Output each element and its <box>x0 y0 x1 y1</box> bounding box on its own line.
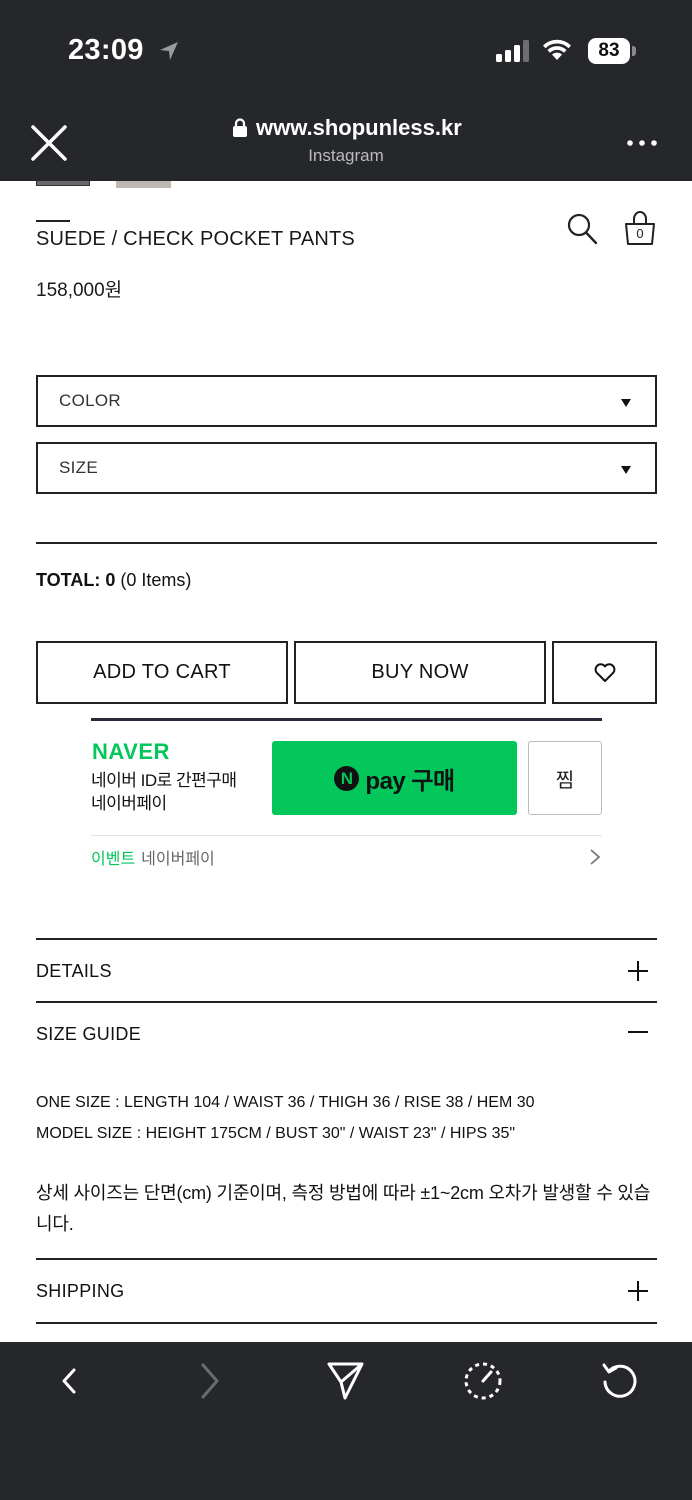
divider <box>91 835 602 836</box>
naver-wish-button[interactable]: 찜 <box>528 741 602 815</box>
battery-level: 83 <box>588 38 630 64</box>
divider <box>36 938 657 940</box>
accordion-shipping[interactable]: SHIPPING <box>36 1261 657 1321</box>
divider <box>36 542 657 544</box>
lock-icon <box>233 118 247 137</box>
browser-top-bar: 23:09 83 www.shopunless.kr Instagram <box>0 0 692 181</box>
plus-icon <box>628 1281 648 1301</box>
plus-icon <box>628 961 648 981</box>
total-value: 0 <box>105 570 116 590</box>
browser-source-label: Instagram <box>308 146 384 165</box>
size-select[interactable]: SIZE <box>36 442 657 494</box>
minus-icon <box>628 1031 648 1033</box>
product-thumbnail[interactable] <box>116 181 171 188</box>
hamburger-menu-icon[interactable] <box>36 220 70 222</box>
wishlist-button[interactable] <box>552 641 657 704</box>
speed-icon[interactable] <box>463 1360 503 1402</box>
accordion-title: SIZE GUIDE <box>36 1024 142 1044</box>
cart-count-badge: 0 <box>636 226 644 241</box>
accordion-size-guide[interactable]: SIZE GUIDE <box>36 1004 657 1064</box>
more-options-icon[interactable] <box>626 138 658 148</box>
status-time: 23:09 <box>68 34 144 66</box>
naver-desc-line2: 네이버페이 <box>91 794 167 813</box>
naver-pay-description: 네이버 ID로 간편구매 네이버페이 <box>91 769 237 815</box>
divider <box>36 1001 657 1003</box>
size-guide-content: ONE SIZE : LENGTH 104 / WAIST 36 / THIGH… <box>36 1087 535 1149</box>
cellular-signal-icon <box>496 40 529 62</box>
heart-icon <box>594 662 615 682</box>
address-bar[interactable]: www.shopunless.kr <box>232 114 462 142</box>
url-text: www.shopunless.kr <box>256 115 462 140</box>
event-tag: 이벤트 <box>91 851 136 868</box>
accordion-title: DETAILS <box>36 961 112 981</box>
forward-icon[interactable] <box>188 1360 228 1402</box>
product-price: 158,000원 <box>36 280 123 301</box>
naver-pay-top-border <box>91 718 602 721</box>
naver-pay-event-link[interactable]: 이벤트 네이버페이 <box>91 845 215 869</box>
naver-desc-line1: 네이버 ID로 간편구매 <box>91 771 237 790</box>
naver-logo: NAVER <box>92 739 170 764</box>
size-select-label: SIZE <box>59 458 98 477</box>
battery-cap <box>632 46 636 56</box>
chevron-down-icon <box>621 466 631 474</box>
accordion-title: SHIPPING <box>36 1281 125 1301</box>
add-to-cart-button[interactable]: ADD TO CART <box>36 641 288 704</box>
divider <box>36 1258 657 1260</box>
buy-now-button[interactable]: BUY NOW <box>294 641 546 704</box>
color-select[interactable]: COLOR <box>36 375 657 427</box>
total-summary: TOTAL: 0 (0 Items) <box>36 570 191 591</box>
product-title: SUEDE / CHECK POCKET PANTS <box>36 228 355 250</box>
size-guide-line: MODEL SIZE : HEIGHT 175CM / BUST 30" / W… <box>36 1125 516 1142</box>
location-arrow-icon <box>160 42 178 60</box>
size-guide-line: ONE SIZE : LENGTH 104 / WAIST 36 / THIGH… <box>36 1094 535 1111</box>
chevron-right-icon[interactable] <box>588 848 602 866</box>
total-items: (0 Items) <box>120 570 192 590</box>
divider <box>36 1322 657 1324</box>
total-label: TOTAL: <box>36 570 101 590</box>
reload-icon[interactable] <box>600 1360 640 1402</box>
naver-pay-buy-button[interactable]: N pay 구매 <box>272 741 517 815</box>
product-thumbnail[interactable] <box>36 181 90 186</box>
size-guide-note: 상세 사이즈는 단면(cm) 기준이며, 측정 방법에 따라 ±1~2cm 오차… <box>36 1183 651 1234</box>
share-icon[interactable] <box>325 1360 365 1402</box>
battery-indicator: 83 <box>588 38 636 64</box>
naver-n-icon: N <box>334 765 360 791</box>
search-icon[interactable] <box>566 212 598 246</box>
chevron-down-icon <box>621 399 631 407</box>
back-icon[interactable] <box>50 1360 90 1402</box>
wifi-icon <box>543 39 571 60</box>
color-select-label: COLOR <box>59 391 121 410</box>
accordion-details[interactable]: DETAILS <box>36 941 657 1001</box>
event-text: 네이버페이 <box>141 851 215 868</box>
naver-pay-label: pay 구매 <box>365 767 455 795</box>
